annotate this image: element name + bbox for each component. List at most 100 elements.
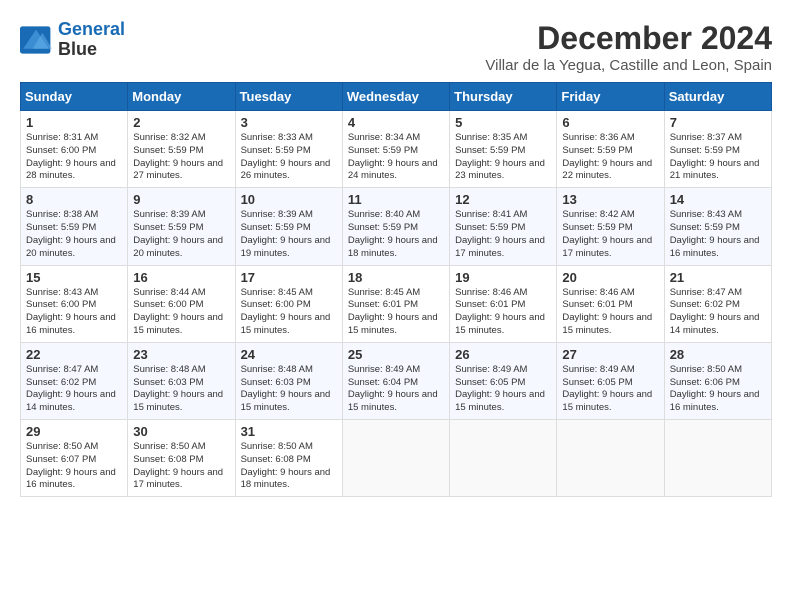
day-info: Sunrise: 8:46 AMSunset: 6:01 PMDaylight:… [562, 287, 658, 338]
day-cell: 28 Sunrise: 8:50 AMSunset: 6:06 PMDayligh… [664, 342, 771, 419]
day-info: Sunrise: 8:41 AMSunset: 5:59 PMDaylight:… [455, 209, 551, 260]
day-info: Sunrise: 8:36 AMSunset: 5:59 PMDaylight:… [562, 132, 658, 183]
day-cell: 7 Sunrise: 8:37 AMSunset: 5:59 PMDaylight… [664, 111, 771, 188]
week-row-5: 29 Sunrise: 8:50 AMSunset: 6:07 PMDayligh… [21, 420, 772, 497]
day-cell: 22 Sunrise: 8:47 AMSunset: 6:02 PMDayligh… [21, 342, 128, 419]
logo-text: General Blue [58, 20, 125, 60]
day-cell [450, 420, 557, 497]
day-info: Sunrise: 8:31 AMSunset: 6:00 PMDaylight:… [26, 132, 122, 183]
day-info: Sunrise: 8:39 AMSunset: 5:59 PMDaylight:… [133, 209, 229, 260]
day-number: 3 [241, 115, 337, 130]
week-row-3: 15 Sunrise: 8:43 AMSunset: 6:00 PMDayligh… [21, 265, 772, 342]
day-number: 2 [133, 115, 229, 130]
day-cell: 18Sunrise: 8:45 AMSunset: 6:01 PMDayligh… [342, 265, 449, 342]
day-number: 14 [670, 192, 766, 207]
logo: General Blue [20, 20, 125, 60]
day-info: Sunrise: 8:35 AMSunset: 5:59 PMDaylight:… [455, 132, 551, 183]
logo-icon [20, 26, 52, 54]
day-info: Sunrise: 8:47 AMSunset: 6:02 PMDaylight:… [670, 287, 766, 338]
day-number: 31 [241, 424, 337, 439]
day-cell: 24Sunrise: 8:48 AMSunset: 6:03 PMDayligh… [235, 342, 342, 419]
day-number: 28 [670, 347, 766, 362]
day-number: 16 [133, 270, 229, 285]
weekday-header-saturday: Saturday [664, 83, 771, 111]
day-cell: 5 Sunrise: 8:35 AMSunset: 5:59 PMDaylight… [450, 111, 557, 188]
day-cell: 17 Sunrise: 8:45 AMSunset: 6:00 PMDayligh… [235, 265, 342, 342]
day-cell: 27 Sunrise: 8:49 AMSunset: 6:05 PMDayligh… [557, 342, 664, 419]
day-number: 5 [455, 115, 551, 130]
day-info: Sunrise: 8:44 AMSunset: 6:00 PMDaylight:… [133, 287, 229, 338]
week-row-2: 8 Sunrise: 8:38 AMSunset: 5:59 PMDaylight… [21, 188, 772, 265]
day-cell [557, 420, 664, 497]
day-number: 4 [348, 115, 444, 130]
page-header: General Blue December 2024 Villar de la … [20, 20, 772, 74]
day-number: 11 [348, 192, 444, 207]
day-cell: 15 Sunrise: 8:43 AMSunset: 6:00 PMDayligh… [21, 265, 128, 342]
day-info: Sunrise: 8:43 AMSunset: 5:59 PMDaylight:… [670, 209, 766, 260]
day-cell [342, 420, 449, 497]
day-info: Sunrise: 8:40 AMSunset: 5:59 PMDaylight:… [348, 209, 444, 260]
day-info: Sunrise: 8:47 AMSunset: 6:02 PMDaylight:… [26, 364, 122, 415]
day-info: Sunrise: 8:45 AMSunset: 6:00 PMDaylight:… [241, 287, 337, 338]
day-info: Sunrise: 8:45 AMSunset: 6:01 PMDaylight:… [348, 287, 444, 338]
day-number: 15 [26, 270, 122, 285]
day-cell: 14 Sunrise: 8:43 AMSunset: 5:59 PMDayligh… [664, 188, 771, 265]
day-number: 9 [133, 192, 229, 207]
day-number: 26 [455, 347, 551, 362]
day-number: 8 [26, 192, 122, 207]
day-info: Sunrise: 8:46 AMSunset: 6:01 PMDaylight:… [455, 287, 551, 338]
day-cell: 10 Sunrise: 8:39 AMSunset: 5:59 PMDayligh… [235, 188, 342, 265]
day-info: Sunrise: 8:48 AMSunset: 6:03 PMDaylight:… [241, 364, 337, 415]
day-number: 23 [133, 347, 229, 362]
weekday-header-sunday: Sunday [21, 83, 128, 111]
weekday-header-row: SundayMondayTuesdayWednesdayThursdayFrid… [21, 83, 772, 111]
title-section: December 2024 Villar de la Yegua, Castil… [485, 20, 772, 74]
day-info: Sunrise: 8:37 AMSunset: 5:59 PMDaylight:… [670, 132, 766, 183]
week-row-1: 1 Sunrise: 8:31 AMSunset: 6:00 PMDaylight… [21, 111, 772, 188]
day-number: 29 [26, 424, 122, 439]
day-number: 7 [670, 115, 766, 130]
day-number: 25 [348, 347, 444, 362]
day-info: Sunrise: 8:48 AMSunset: 6:03 PMDaylight:… [133, 364, 229, 415]
day-info: Sunrise: 8:43 AMSunset: 6:00 PMDaylight:… [26, 287, 122, 338]
weekday-header-tuesday: Tuesday [235, 83, 342, 111]
day-info: Sunrise: 8:49 AMSunset: 6:05 PMDaylight:… [562, 364, 658, 415]
day-cell: 11 Sunrise: 8:40 AMSunset: 5:59 PMDayligh… [342, 188, 449, 265]
day-cell: 9 Sunrise: 8:39 AMSunset: 5:59 PMDaylight… [128, 188, 235, 265]
day-info: Sunrise: 8:32 AMSunset: 5:59 PMDaylight:… [133, 132, 229, 183]
day-number: 17 [241, 270, 337, 285]
day-cell: 4Sunrise: 8:34 AMSunset: 5:59 PMDaylight… [342, 111, 449, 188]
day-number: 21 [670, 270, 766, 285]
day-cell: 21 Sunrise: 8:47 AMSunset: 6:02 PMDayligh… [664, 265, 771, 342]
day-number: 1 [26, 115, 122, 130]
day-info: Sunrise: 8:42 AMSunset: 5:59 PMDaylight:… [562, 209, 658, 260]
day-info: Sunrise: 8:50 AMSunset: 6:07 PMDaylight:… [26, 441, 122, 492]
day-number: 30 [133, 424, 229, 439]
day-info: Sunrise: 8:38 AMSunset: 5:59 PMDaylight:… [26, 209, 122, 260]
day-number: 22 [26, 347, 122, 362]
weekday-header-wednesday: Wednesday [342, 83, 449, 111]
day-cell: 8 Sunrise: 8:38 AMSunset: 5:59 PMDaylight… [21, 188, 128, 265]
day-number: 6 [562, 115, 658, 130]
logo-general: General [58, 19, 125, 39]
day-info: Sunrise: 8:39 AMSunset: 5:59 PMDaylight:… [241, 209, 337, 260]
day-number: 12 [455, 192, 551, 207]
day-cell: 3Sunrise: 8:33 AMSunset: 5:59 PMDaylight… [235, 111, 342, 188]
day-cell: 19Sunrise: 8:46 AMSunset: 6:01 PMDayligh… [450, 265, 557, 342]
weekday-header-friday: Friday [557, 83, 664, 111]
day-cell: 31Sunrise: 8:50 AMSunset: 6:08 PMDayligh… [235, 420, 342, 497]
day-number: 27 [562, 347, 658, 362]
calendar-table: SundayMondayTuesdayWednesdayThursdayFrid… [20, 82, 772, 497]
logo-blue: Blue [58, 40, 125, 60]
day-number: 10 [241, 192, 337, 207]
weekday-header-thursday: Thursday [450, 83, 557, 111]
weekday-header-monday: Monday [128, 83, 235, 111]
week-row-4: 22 Sunrise: 8:47 AMSunset: 6:02 PMDayligh… [21, 342, 772, 419]
day-cell [664, 420, 771, 497]
main-title: December 2024 [485, 20, 772, 57]
day-info: Sunrise: 8:50 AMSunset: 6:06 PMDaylight:… [670, 364, 766, 415]
day-info: Sunrise: 8:49 AMSunset: 6:05 PMDaylight:… [455, 364, 551, 415]
day-cell: 1 Sunrise: 8:31 AMSunset: 6:00 PMDaylight… [21, 111, 128, 188]
day-cell: 26 Sunrise: 8:49 AMSunset: 6:05 PMDayligh… [450, 342, 557, 419]
day-cell: 29 Sunrise: 8:50 AMSunset: 6:07 PMDayligh… [21, 420, 128, 497]
